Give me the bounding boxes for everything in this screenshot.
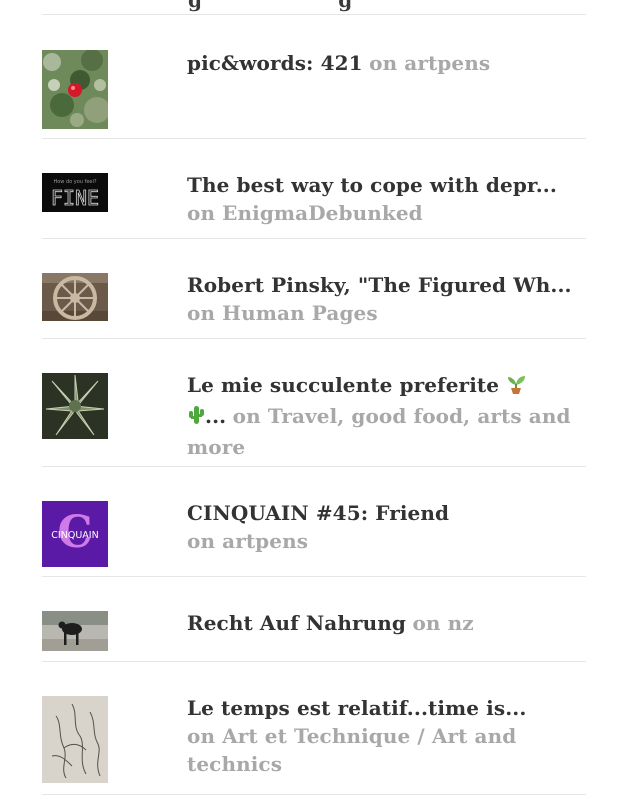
post-thumbnail[interactable]	[42, 373, 108, 439]
post-title-link[interactable]: The best way to cope with depr...	[187, 171, 587, 199]
thumb-fine-text: FINE	[51, 186, 99, 210]
post-title-link[interactable]: Robert Pinsky, "The Figured Wh...	[187, 273, 572, 297]
post-thumbnail[interactable]	[42, 611, 108, 651]
list-item: Le temps est relatif...time is... on Art…	[42, 662, 586, 795]
post-text: CINQUAIN #45: Friend on artpens	[187, 499, 587, 555]
post-text: Le mie succulente preferite ... on Trave…	[187, 371, 587, 461]
post-title-link[interactable]: pic&words: 421	[187, 51, 363, 75]
post-text: Robert Pinsky, "The Figured Wh... on Hum…	[187, 271, 587, 327]
post-text: pic&words: 421 on artpens	[187, 49, 587, 77]
thumb-cinquain-text: CINQUAIN	[51, 530, 98, 541]
post-title-link[interactable]: CINQUAIN #45: Friend	[187, 499, 587, 527]
list-item: C CINQUAIN CINQUAIN #45: Friend on artpe…	[42, 467, 586, 577]
post-site-link[interactable]: on Travel, good food, arts and more	[187, 404, 571, 459]
thumb-small-text: How do you feel?	[53, 179, 96, 185]
clipped-text: g g	[188, 0, 353, 12]
post-text: The best way to cope with depr... on Eni…	[187, 171, 587, 227]
post-site-link[interactable]: on artpens	[187, 527, 587, 555]
post-thumbnail[interactable]: How do you feel? FINE	[42, 173, 108, 212]
post-thumbnail[interactable]: C CINQUAIN	[42, 501, 108, 567]
list-item: Robert Pinsky, "The Figured Wh... on Hum…	[42, 239, 586, 339]
post-site-link[interactable]: on artpens	[369, 51, 490, 75]
post-text: Le temps est relatif...time is... on Art…	[187, 694, 587, 778]
seedling-icon	[506, 373, 526, 402]
post-site-link[interactable]: on nz	[412, 611, 473, 635]
post-text: Recht Auf Nahrung on nz	[187, 609, 587, 637]
cactus-icon	[187, 404, 205, 433]
list-item: pic&words: 421 on artpens	[42, 15, 586, 139]
list-item: How do you feel? FINE The best way to co…	[42, 139, 586, 239]
post-title-link[interactable]: Le temps est relatif...time is...	[187, 694, 587, 722]
clipped-previous-item: g g	[42, 0, 586, 15]
post-site-link[interactable]: on Human Pages	[187, 301, 378, 325]
post-title-link[interactable]: Recht Auf Nahrung	[187, 611, 406, 635]
post-thumbnail[interactable]	[42, 696, 108, 783]
post-thumbnail[interactable]	[42, 50, 108, 129]
list-item: Recht Auf Nahrung on nz	[42, 577, 586, 662]
list-item: Le mie succulente preferite ... on Trave…	[42, 339, 586, 467]
post-thumbnail[interactable]	[42, 273, 108, 321]
post-site-link[interactable]: on Art et Technique / Art and technics	[187, 722, 587, 778]
post-site-link[interactable]: on EnigmaDebunked	[187, 199, 587, 227]
recent-posts-list: g g pic&words: 421 on artpens How do you…	[42, 0, 586, 795]
